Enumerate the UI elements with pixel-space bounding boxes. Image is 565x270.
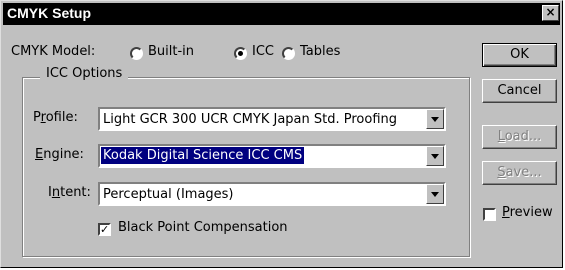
- close-icon[interactable]: ×: [542, 5, 559, 21]
- intent-label: Intent:: [48, 185, 91, 200]
- save-button[interactable]: Save...: [482, 161, 557, 185]
- chevron-down-icon[interactable]: [426, 146, 444, 166]
- preview-label[interactable]: Preview: [502, 205, 553, 220]
- black-point-label[interactable]: Black Point Compensation: [118, 220, 288, 235]
- ok-button[interactable]: OK: [482, 43, 557, 67]
- title-bar[interactable]: CMYK Setup ×: [3, 3, 560, 25]
- radio-built-in-label[interactable]: Built-in: [148, 44, 194, 59]
- profile-label: Profile:: [33, 110, 78, 125]
- radio-tables[interactable]: [282, 47, 295, 60]
- cmyk-model-label: CMYK Model:: [11, 44, 96, 59]
- profile-dropdown[interactable]: Light GCR 300 UCR CMYK Japan Std. Proofi…: [98, 107, 446, 131]
- chevron-down-icon[interactable]: [426, 184, 444, 204]
- engine-dropdown[interactable]: Kodak Digital Science ICC CMS: [98, 144, 446, 168]
- dialog-title: CMYK Setup: [7, 5, 91, 21]
- profile-value: Light GCR 300 UCR CMYK Japan Std. Proofi…: [103, 112, 397, 127]
- icc-options-legend: ICC Options: [40, 66, 129, 81]
- engine-label: Engine:: [35, 147, 84, 162]
- black-point-checkbox[interactable]: ✓: [98, 223, 111, 236]
- radio-built-in[interactable]: [130, 47, 143, 60]
- radio-icc[interactable]: [234, 47, 247, 60]
- cancel-button[interactable]: Cancel: [482, 79, 557, 103]
- intent-dropdown[interactable]: Perceptual (Images): [98, 182, 446, 206]
- radio-icc-label[interactable]: ICC: [252, 44, 274, 59]
- intent-value: Perceptual (Images): [103, 187, 234, 202]
- load-button[interactable]: Load...: [482, 125, 557, 149]
- preview-checkbox[interactable]: [483, 208, 496, 221]
- radio-tables-label[interactable]: Tables: [300, 44, 340, 59]
- engine-value: Kodak Digital Science ICC CMS: [99, 146, 306, 165]
- chevron-down-icon[interactable]: [426, 109, 444, 129]
